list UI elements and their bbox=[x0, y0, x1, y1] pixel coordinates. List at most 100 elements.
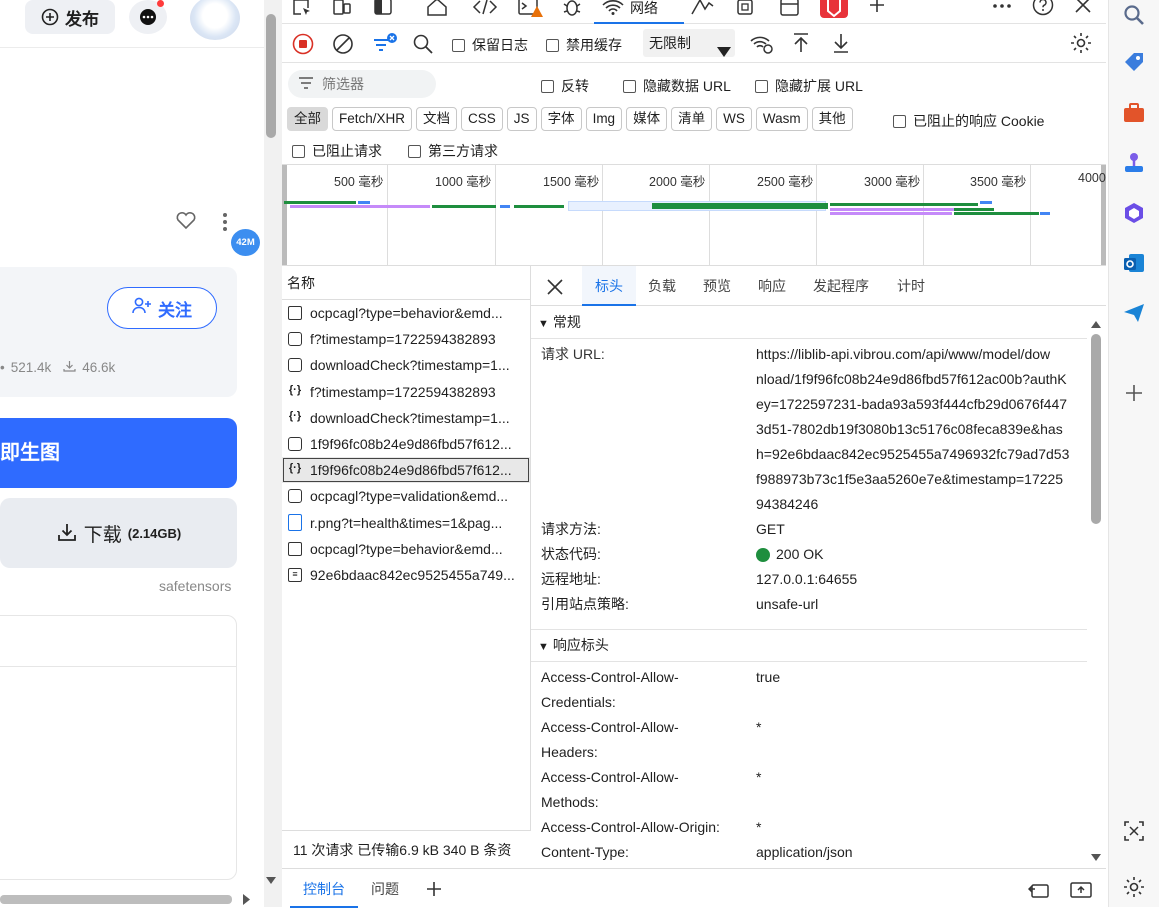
tab-timing[interactable]: 计时 bbox=[897, 266, 925, 306]
send-paper-plane-icon[interactable] bbox=[1123, 302, 1145, 327]
invert-checkbox[interactable]: 反转 bbox=[541, 76, 589, 96]
close-devtools-icon[interactable] bbox=[1074, 0, 1092, 17]
dock-drawer-icon[interactable] bbox=[1027, 881, 1050, 902]
filter-toggle-icon[interactable] bbox=[372, 32, 398, 59]
clear-icon[interactable] bbox=[332, 33, 354, 58]
filter-input[interactable]: 筛选器 bbox=[288, 70, 436, 98]
welcome-home-icon[interactable] bbox=[426, 0, 448, 19]
preserve-log-checkbox[interactable]: 保留日志 bbox=[452, 35, 528, 55]
more-vertical-icon[interactable] bbox=[222, 212, 228, 235]
type-filter-font[interactable]: 字体 bbox=[540, 107, 582, 131]
record-stop-icon[interactable] bbox=[292, 33, 314, 58]
detail-scrollbar-thumb[interactable] bbox=[1091, 334, 1101, 524]
export-har-icon[interactable] bbox=[832, 32, 850, 57]
hide-data-url-checkbox[interactable]: 隐藏数据 URL bbox=[623, 76, 731, 96]
scroll-down-icon[interactable] bbox=[1090, 849, 1102, 865]
follow-button[interactable]: 关注 bbox=[107, 287, 217, 329]
detail-scrollbar[interactable] bbox=[1088, 308, 1104, 866]
type-filter-manifest[interactable]: 清单 bbox=[671, 107, 713, 131]
import-har-icon[interactable] bbox=[792, 32, 810, 57]
add-tab-icon[interactable] bbox=[868, 0, 886, 17]
heart-icon[interactable] bbox=[175, 210, 197, 233]
games-joystick-icon[interactable] bbox=[1123, 152, 1145, 177]
inspect-icon[interactable] bbox=[292, 0, 312, 19]
type-filter-all[interactable]: 全部 bbox=[287, 107, 328, 131]
blocked-cookies-checkbox[interactable]: 已阻止的响应 Cookie bbox=[893, 111, 1044, 131]
name-column-header[interactable]: 名称 bbox=[282, 266, 530, 300]
avatar[interactable] bbox=[190, 0, 240, 40]
close-detail-icon[interactable] bbox=[547, 279, 563, 298]
copilot-icon[interactable] bbox=[1123, 202, 1145, 227]
response-headers-section-header[interactable]: ▼ 响应标头 bbox=[531, 629, 1087, 662]
scroll-down-icon[interactable] bbox=[265, 872, 277, 888]
elements-icon[interactable] bbox=[472, 0, 498, 19]
download-button[interactable]: 下载 (2.14GB) bbox=[0, 498, 237, 568]
type-filter-js[interactable]: JS bbox=[506, 107, 537, 131]
add-sidebar-app-icon[interactable] bbox=[1125, 384, 1143, 405]
type-filter-ws[interactable]: WS bbox=[716, 107, 752, 131]
close-drawer-icon[interactable] bbox=[1070, 881, 1092, 902]
type-filter-doc[interactable]: 文档 bbox=[416, 107, 458, 131]
request-row[interactable]: downloadCheck?timestamp=1... bbox=[282, 352, 530, 378]
sidebar-settings-gear-icon[interactable] bbox=[1123, 876, 1145, 901]
request-row[interactable]: ocpcagl?type=validation&emd... bbox=[282, 483, 530, 509]
performance-icon[interactable] bbox=[690, 0, 714, 19]
request-row[interactable]: {·} f?timestamp=1722594382893 bbox=[282, 379, 530, 405]
type-filter-img[interactable]: Img bbox=[585, 107, 623, 131]
sources-bug-icon[interactable] bbox=[562, 0, 582, 19]
tab-response[interactable]: 响应 bbox=[758, 266, 786, 306]
general-section-header[interactable]: ▼ 常规 bbox=[531, 308, 1087, 339]
blocked-requests-checkbox[interactable]: 已阻止请求 bbox=[292, 141, 382, 161]
request-row[interactable]: {·} downloadCheck?timestamp=1... bbox=[282, 405, 530, 431]
horizontal-scrollbar[interactable] bbox=[0, 895, 232, 904]
scrollbar-thumb[interactable] bbox=[266, 14, 276, 138]
tab-network[interactable]: 网络 bbox=[594, 0, 684, 24]
help-icon[interactable] bbox=[1032, 0, 1054, 19]
request-row[interactable]: r.png?t=health&times=1&pag... bbox=[282, 510, 530, 536]
request-row[interactable]: ≡ 92e6bdaac842ec9525455a749... bbox=[282, 562, 530, 588]
memory-chip-icon[interactable] bbox=[734, 0, 756, 19]
request-row[interactable]: ocpcagl?type=behavior&emd... bbox=[282, 300, 530, 326]
dock-side-icon[interactable] bbox=[374, 0, 392, 19]
type-filter-fetch-xhr[interactable]: Fetch/XHR bbox=[332, 107, 413, 131]
device-toolbar-icon[interactable] bbox=[332, 0, 352, 19]
search-icon[interactable] bbox=[412, 33, 434, 58]
type-filter-css[interactable]: CSS bbox=[461, 107, 503, 131]
outlook-icon[interactable] bbox=[1123, 252, 1145, 277]
search-icon[interactable] bbox=[1123, 4, 1145, 29]
disable-cache-checkbox[interactable]: 禁用缓存 bbox=[546, 35, 622, 55]
extension-shield-icon[interactable] bbox=[820, 0, 848, 18]
publish-button[interactable]: 发布 bbox=[25, 0, 115, 34]
third-party-checkbox[interactable]: 第三方请求 bbox=[408, 141, 498, 161]
network-conditions-icon[interactable] bbox=[750, 33, 774, 58]
drawer-tab-issues[interactable]: 问题 bbox=[371, 869, 399, 908]
network-settings-gear-icon[interactable] bbox=[1070, 32, 1092, 57]
add-drawer-tab-icon[interactable] bbox=[426, 881, 442, 900]
shopping-tag-icon[interactable] bbox=[1123, 52, 1145, 77]
request-row[interactable]: 1f9f96fc08b24e9d86fbd57f612... bbox=[282, 431, 530, 457]
hide-extension-url-checkbox[interactable]: 隐藏扩展 URL bbox=[755, 76, 863, 96]
message-button[interactable] bbox=[129, 0, 167, 34]
application-icon[interactable] bbox=[780, 0, 800, 19]
tab-headers[interactable]: 标头 bbox=[582, 266, 636, 306]
tab-initiator[interactable]: 发起程序 bbox=[813, 266, 869, 306]
more-options-icon[interactable] bbox=[992, 0, 1012, 14]
request-row[interactable]: f?timestamp=1722594382893 bbox=[282, 326, 530, 352]
type-filter-other[interactable]: 其他 bbox=[811, 107, 853, 131]
type-filter-wasm[interactable]: Wasm bbox=[755, 107, 808, 131]
tools-briefcase-icon[interactable] bbox=[1123, 102, 1145, 127]
generate-button[interactable]: 即生图 bbox=[0, 418, 237, 488]
type-filter-media[interactable]: 媒体 bbox=[626, 107, 668, 131]
timeline-left-handle[interactable] bbox=[282, 165, 287, 265]
page-vertical-scrollbar[interactable] bbox=[264, 0, 282, 907]
screenshot-capture-icon[interactable] bbox=[1123, 820, 1145, 845]
timeline-overview[interactable]: 500 毫秒 1000 毫秒 1500 毫秒 2000 毫秒 2500 毫秒 3… bbox=[282, 164, 1106, 266]
scroll-up-icon[interactable] bbox=[1090, 316, 1102, 332]
scroll-right-icon[interactable] bbox=[242, 893, 251, 907]
throttling-select[interactable]: 无限制 bbox=[643, 29, 735, 57]
tab-preview[interactable]: 预览 bbox=[703, 266, 731, 306]
console-icon[interactable] bbox=[518, 0, 544, 21]
request-row-selected[interactable]: {·} 1f9f96fc08b24e9d86fbd57f612... bbox=[282, 457, 530, 484]
drawer-tab-console[interactable]: 控制台 bbox=[290, 869, 358, 908]
tab-payload[interactable]: 负载 bbox=[648, 266, 676, 306]
